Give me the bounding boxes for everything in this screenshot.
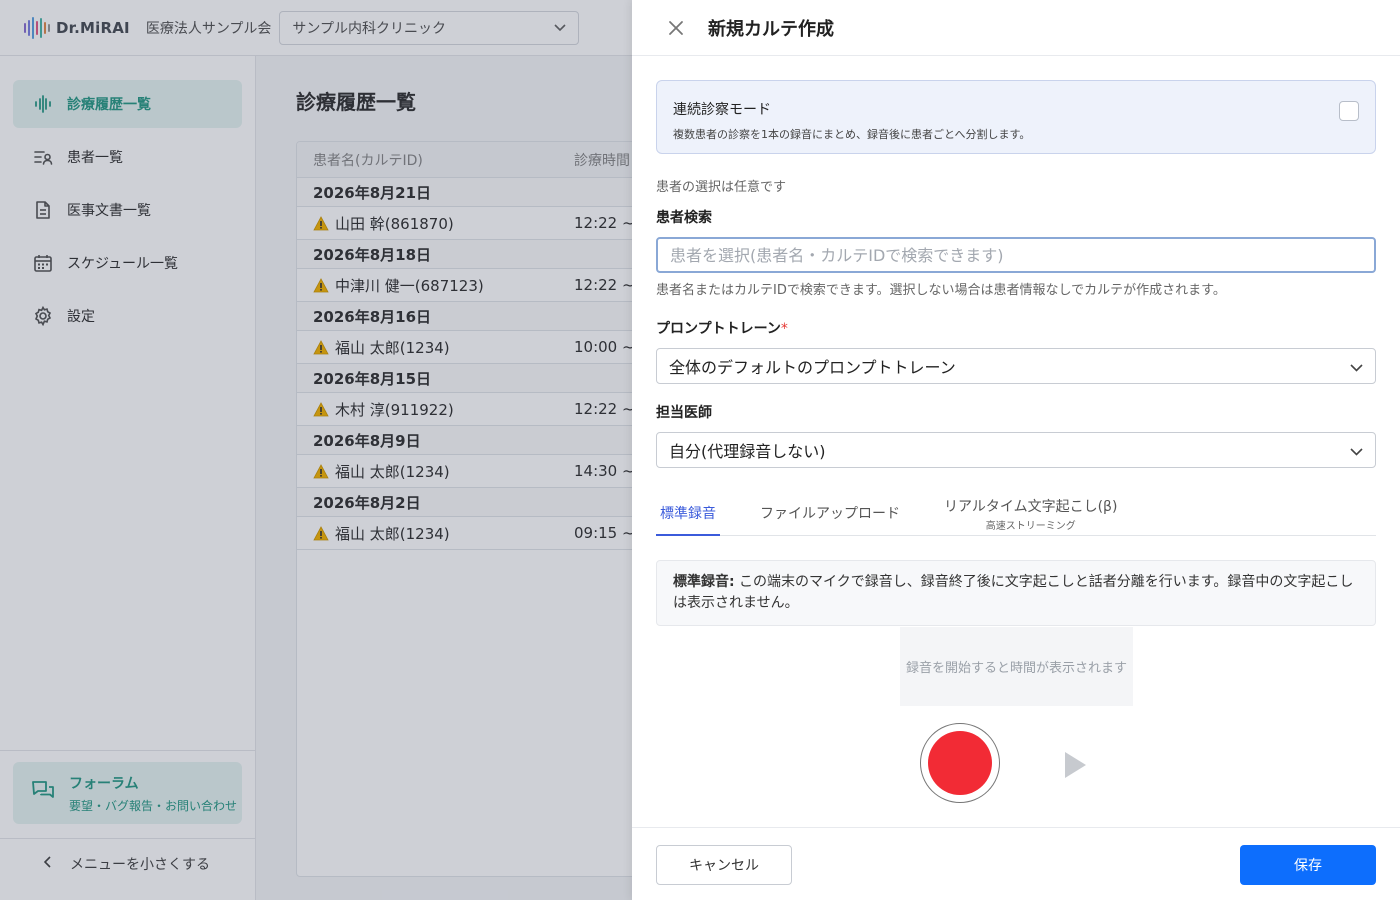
cancel-button[interactable]: キャンセル [656, 845, 792, 885]
drawer-title: 新規カルテ作成 [708, 18, 834, 40]
patient-search-help: 患者名またはカルテIDで検索できます。選択しない場合は患者情報なしでカルテが作成… [656, 283, 1226, 298]
tab-label: ファイルアップロード [760, 506, 900, 522]
doctor-select[interactable]: 自分(代理録音しない) [656, 432, 1376, 468]
tab-label: リアルタイム文字起こし(β) [944, 499, 1118, 515]
drawer-header: 新規カルテ作成 [632, 0, 1400, 56]
play-icon [1065, 752, 1086, 778]
save-button[interactable]: 保存 [1240, 845, 1376, 885]
record-button[interactable] [920, 723, 1000, 803]
consecutive-mode-description: 複数患者の診察を1本の録音にまとめ、録音後に患者ごとへ分割します。 [673, 128, 1031, 141]
recording-timer: 録音を開始すると時間が表示されます [900, 627, 1133, 706]
doctor-value: 自分(代理録音しない) [669, 442, 826, 461]
play-button[interactable] [1060, 750, 1090, 780]
modal-overlay[interactable] [0, 0, 632, 900]
patient-search-label: 患者検索 [656, 210, 712, 226]
recording-mode-tabs: 標準録音 ファイルアップロード リアルタイム文字起こし(β) 高速ストリーミング [656, 490, 1376, 536]
doctor-label: 担当医師 [656, 405, 712, 421]
drawer-body: 連続診察モード 複数患者の診察を1本の録音にまとめ、録音後に患者ごとへ分割します… [656, 80, 1376, 803]
tab-sublabel: 高速ストリーミング [985, 521, 1076, 532]
prompt-train-select[interactable]: 全体のデフォルトのプロンプトトレーン [656, 348, 1376, 384]
consecutive-mode-title: 連続診察モード [673, 102, 771, 118]
recording-info-box: 標準録音: この端末のマイクで録音し、録音終了後に文字起こしと話者分離を行います… [656, 560, 1376, 626]
chevron-down-icon [1350, 441, 1363, 460]
info-title: 標準録音: [673, 574, 735, 590]
tab-label: 標準録音 [660, 506, 716, 522]
tab-file-upload[interactable]: ファイルアップロード [756, 490, 904, 536]
required-mark: * [780, 321, 788, 337]
prompt-train-label: プロンプトトレーン [656, 321, 781, 337]
consecutive-mode-checkbox[interactable] [1339, 101, 1359, 121]
new-chart-drawer: 新規カルテ作成 連続診察モード 複数患者の診察を1本の録音にまとめ、録音後に患者… [632, 0, 1400, 900]
tab-standard-recording[interactable]: 標準録音 [656, 490, 720, 536]
prompt-train-label-row: プロンプトトレーン* [656, 318, 1376, 338]
drawer-footer: キャンセル 保存 [632, 827, 1400, 900]
optional-note: 患者の選択は任意です [656, 180, 787, 195]
tab-realtime-transcription[interactable]: リアルタイム文字起こし(β) 高速ストリーミング [940, 490, 1121, 536]
consecutive-mode-box: 連続診察モード 複数患者の診察を1本の録音にまとめ、録音後に患者ごとへ分割します… [656, 80, 1376, 154]
record-icon [928, 731, 992, 795]
close-icon[interactable] [666, 18, 686, 38]
info-text: この端末のマイクで録音し、録音終了後に文字起こしと話者分離を行います。録音中の文… [673, 574, 1354, 611]
patient-search-input[interactable] [656, 237, 1376, 273]
chevron-down-icon [1350, 357, 1363, 376]
prompt-train-value: 全体のデフォルトのプロンプトトレーン [669, 358, 956, 377]
